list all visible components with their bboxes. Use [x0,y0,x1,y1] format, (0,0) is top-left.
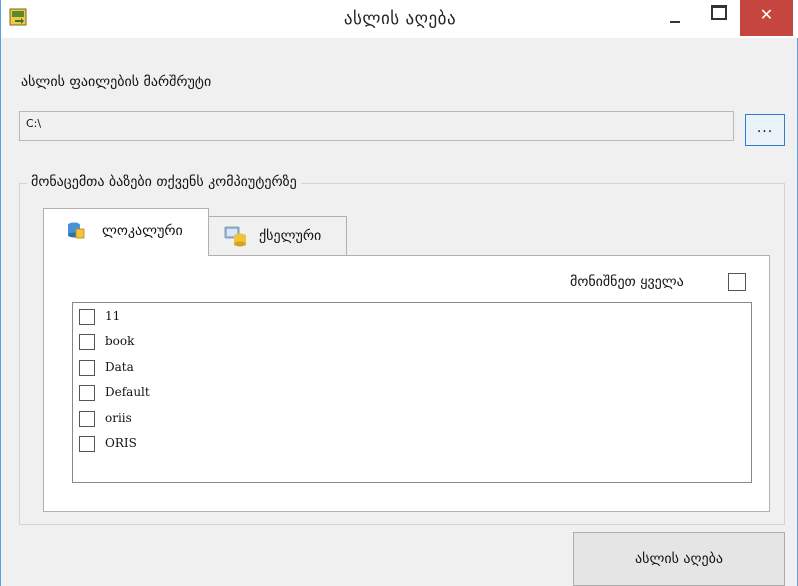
database-list[interactable]: 11 book Data Default oriis ORIS [72,302,752,483]
maximize-button[interactable] [711,5,727,20]
list-item-checkbox[interactable] [79,385,95,401]
list-item-label: Data [105,360,134,374]
list-item-checkbox[interactable] [79,411,95,427]
title-bar: ასლის აღება ✕ [1,0,798,38]
database-icon [66,220,86,244]
close-icon: ✕ [759,5,774,24]
list-item-label: oriis [105,411,132,425]
close-button[interactable]: ✕ [740,0,793,36]
list-item-checkbox[interactable] [79,360,95,376]
backup-button[interactable]: ასლის აღება [573,532,785,586]
list-item-label: Default [105,385,150,399]
select-all-label: მონიშნეთ ყველა [570,274,684,290]
backup-window: ასლის აღება ✕ ასლის ფაილების მარშრუტი C:… [0,0,798,586]
list-item-label: ORIS [105,436,137,450]
tab-local[interactable]: ლოკალური [43,208,209,256]
list-item-checkbox[interactable] [79,309,95,325]
backup-path-field[interactable]: C:\ [19,111,734,141]
list-item-checkbox[interactable] [79,436,95,452]
select-all-checkbox[interactable] [728,273,746,291]
databases-group-legend: მონაცემთა ბაზები თქვენს კომპიუტერზე [27,174,301,190]
tab-network-label: ქსელური [259,228,322,244]
backup-path-label: ასლის ფაილების მარშრუტი [21,74,212,90]
list-item-label: 11 [105,309,121,323]
tab-network[interactable]: ქსელური [209,216,347,256]
list-item-checkbox[interactable] [79,334,95,350]
tab-local-label: ლოკალური [102,223,183,239]
network-database-icon [223,224,249,252]
browse-button[interactable]: ... [745,114,785,146]
list-item-label: book [105,334,135,348]
minimize-button[interactable] [668,10,682,24]
